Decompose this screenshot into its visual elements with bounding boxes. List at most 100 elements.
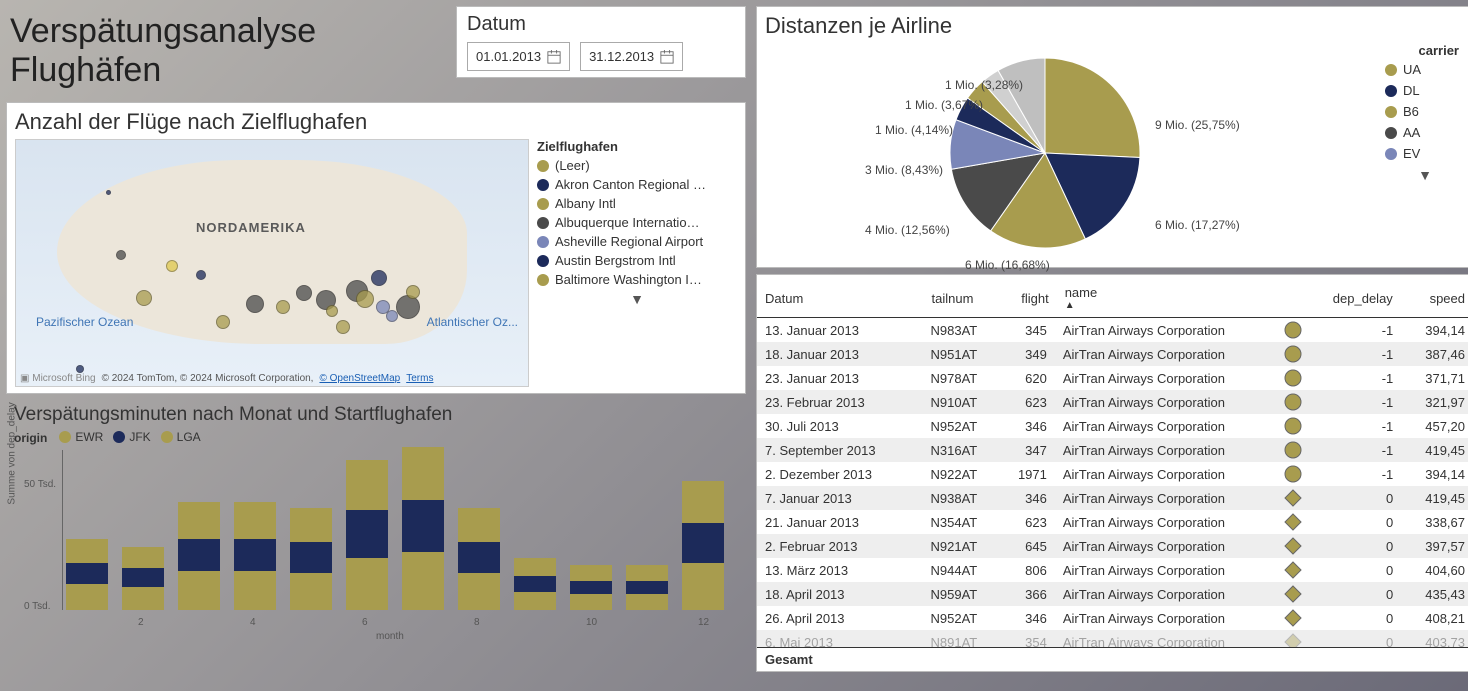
pie-slice-label: 9 Mio. (25,75%) xyxy=(1155,118,1240,132)
pie-legend-item[interactable]: UA xyxy=(1385,62,1465,77)
table-row[interactable]: 23. Januar 2013N978AT620AirTran Airways … xyxy=(757,366,1468,390)
table-footer-total: Gesamt xyxy=(757,647,1468,671)
pie-slice-label: 1 Mio. (4,14%) xyxy=(875,123,953,137)
pie-panel: Distanzen je Airline 9 Mio. (25,75%) 6 Mi… xyxy=(756,6,1468,268)
bar-x-tick: 10 xyxy=(586,617,597,628)
table-header[interactable]: speed xyxy=(1401,279,1468,318)
data-table[interactable]: Datumtailnumflightname▲ dep_delayspeed xyxy=(757,279,1468,318)
bar-column[interactable] xyxy=(122,547,164,610)
terms-link[interactable]: Terms xyxy=(406,373,433,384)
bar-legend-item[interactable]: JFK xyxy=(113,430,150,444)
map-legend-item[interactable]: Asheville Regional Airport xyxy=(537,234,737,249)
map-title: Anzahl der Flüge nach Zielflughafen xyxy=(15,109,737,135)
table-header[interactable]: name▲ xyxy=(1057,279,1279,318)
pie-legend-item[interactable]: AA xyxy=(1385,125,1465,140)
pie-chart[interactable]: 9 Mio. (25,75%)6 Mio. (17,27%)6 Mio. (16… xyxy=(765,43,1375,263)
table-row[interactable]: 13. März 2013N944AT806AirTran Airways Co… xyxy=(757,558,1468,582)
bar-chart[interactable]: Summe von dep_delay 0 Tsd. 50 Tsd. month… xyxy=(14,450,738,630)
map-legend-more[interactable]: ▼ xyxy=(537,291,737,307)
map-legend-title: Zielflughafen xyxy=(537,139,737,154)
table-header[interactable]: Datum xyxy=(757,279,924,318)
date-from-value: 01.01.2013 xyxy=(476,49,541,64)
bar-chart-title: Verspätungsminuten nach Monat und Startf… xyxy=(14,404,738,426)
map-legend-item[interactable]: Akron Canton Regional … xyxy=(537,177,737,192)
pie-slice-label: 1 Mio. (3,28%) xyxy=(945,78,1023,92)
bar-legend-item[interactable]: LGA xyxy=(161,430,201,444)
pie-legend-more[interactable]: ▼ xyxy=(1385,167,1465,183)
pie-slice-label: 4 Mio. (12,56%) xyxy=(865,223,950,237)
bar-chart-legend: origin EWR JFK LGA xyxy=(14,430,738,446)
pie-slice-label: 6 Mio. (17,27%) xyxy=(1155,218,1240,232)
bar-column[interactable] xyxy=(290,508,332,611)
table-row[interactable]: 21. Januar 2013N354AT623AirTran Airways … xyxy=(757,510,1468,534)
pie-legend-item[interactable]: EV xyxy=(1385,146,1465,161)
bar-x-tick: 2 xyxy=(138,617,144,628)
date-from-input[interactable]: 01.01.2013 xyxy=(467,42,570,71)
bar-column[interactable] xyxy=(234,502,276,610)
data-table-panel: Datumtailnumflightname▲ dep_delayspeed 13… xyxy=(756,274,1468,672)
bar-x-tick: 6 xyxy=(362,617,368,628)
bar-y-tick: 0 Tsd. xyxy=(24,601,51,612)
date-filter-card: Datum 01.01.2013 31.12.2013 xyxy=(456,6,746,78)
pie-title: Distanzen je Airline xyxy=(765,13,1465,39)
table-row[interactable]: 2. Februar 2013N921AT645AirTran Airways … xyxy=(757,534,1468,558)
table-row[interactable]: 7. Januar 2013N938AT346AirTran Airways C… xyxy=(757,486,1468,510)
bar-y-tick: 50 Tsd. xyxy=(24,479,56,490)
bar-column[interactable] xyxy=(682,481,724,610)
bar-column[interactable] xyxy=(626,565,668,610)
bar-x-axis-label: month xyxy=(376,631,404,642)
pie-slice-label: 3 Mio. (8,43%) xyxy=(865,163,943,177)
calendar-icon xyxy=(547,50,561,64)
bar-y-axis-label: Summe von dep_delay xyxy=(7,402,18,504)
bar-chart-panel: Verspätungsminuten nach Monat und Startf… xyxy=(6,400,746,650)
table-header[interactable]: tailnum xyxy=(924,279,1002,318)
map-legend-item[interactable]: Albany Intl xyxy=(537,196,737,211)
pie-legend-title: carrier xyxy=(1385,43,1465,58)
table-row[interactable]: 13. Januar 2013N983AT345AirTran Airways … xyxy=(757,318,1468,342)
table-row[interactable]: 6. Mai 2013N891AT354AirTran Airways Corp… xyxy=(757,630,1468,647)
bar-column[interactable] xyxy=(402,447,444,610)
pie-legend-item[interactable]: DL xyxy=(1385,83,1465,98)
bar-column[interactable] xyxy=(570,565,612,610)
map-legend-item[interactable]: (Leer) xyxy=(537,158,737,173)
pie-legend: carrier UA DL B6 AA EV ▼ xyxy=(1385,43,1465,263)
date-filter-label: Datum xyxy=(467,13,735,36)
map-legend: Zielflughafen (Leer) Akron Canton Regiona… xyxy=(537,139,737,387)
bar-legend-item[interactable]: EWR xyxy=(59,430,103,444)
bar-legend-label: origin xyxy=(14,431,47,445)
page-title: Verspätungsanalyse Flughäfen xyxy=(6,6,446,96)
table-row[interactable]: 26. April 2013N952AT346AirTran Airways C… xyxy=(757,606,1468,630)
table-row[interactable]: 18. Januar 2013N951AT349AirTran Airways … xyxy=(757,342,1468,366)
date-to-input[interactable]: 31.12.2013 xyxy=(580,42,683,71)
table-header[interactable] xyxy=(1279,279,1312,318)
pie-slice-label: 1 Mio. (3,67%) xyxy=(905,98,983,112)
bar-column[interactable] xyxy=(66,539,108,610)
bar-column[interactable] xyxy=(514,558,556,611)
map-visual[interactable]: NORDAMERIKA Pazifischer Ozean Atlantisch… xyxy=(15,139,529,387)
table-header[interactable]: flight xyxy=(1001,279,1057,318)
table-header[interactable]: dep_delay xyxy=(1312,279,1401,318)
map-region-label: NORDAMERIKA xyxy=(196,220,306,235)
map-bubble[interactable] xyxy=(76,365,84,373)
osm-link[interactable]: © OpenStreetMap xyxy=(319,373,400,384)
map-legend-item[interactable]: Baltimore Washington I… xyxy=(537,272,737,287)
bar-x-tick: 12 xyxy=(698,617,709,628)
bar-column[interactable] xyxy=(346,460,388,610)
pie-slice[interactable] xyxy=(1045,58,1140,157)
date-to-value: 31.12.2013 xyxy=(589,49,654,64)
map-legend-item[interactable]: Albuquerque Internatio… xyxy=(537,215,737,230)
pie-slice-label: 6 Mio. (16,68%) xyxy=(965,258,1050,272)
table-row[interactable]: 30. Juli 2013N952AT346AirTran Airways Co… xyxy=(757,414,1468,438)
table-row[interactable]: 18. April 2013N959AT366AirTran Airways C… xyxy=(757,582,1468,606)
map-bubble[interactable] xyxy=(396,295,420,319)
map-attribution: © 2024 TomTom, © 2024 Microsoft Corporat… xyxy=(102,373,314,384)
map-ocean-atlantic-label: Atlantischer Oz... xyxy=(427,315,518,329)
table-row[interactable]: 23. Februar 2013N910AT623AirTran Airways… xyxy=(757,390,1468,414)
bar-x-tick: 4 xyxy=(250,617,256,628)
pie-legend-item[interactable]: B6 xyxy=(1385,104,1465,119)
table-row[interactable]: 7. September 2013N316AT347AirTran Airway… xyxy=(757,438,1468,462)
bar-column[interactable] xyxy=(458,508,500,611)
bar-column[interactable] xyxy=(178,502,220,610)
table-row[interactable]: 2. Dezember 2013N922AT1971AirTran Airway… xyxy=(757,462,1468,486)
map-legend-item[interactable]: Austin Bergstrom Intl xyxy=(537,253,737,268)
